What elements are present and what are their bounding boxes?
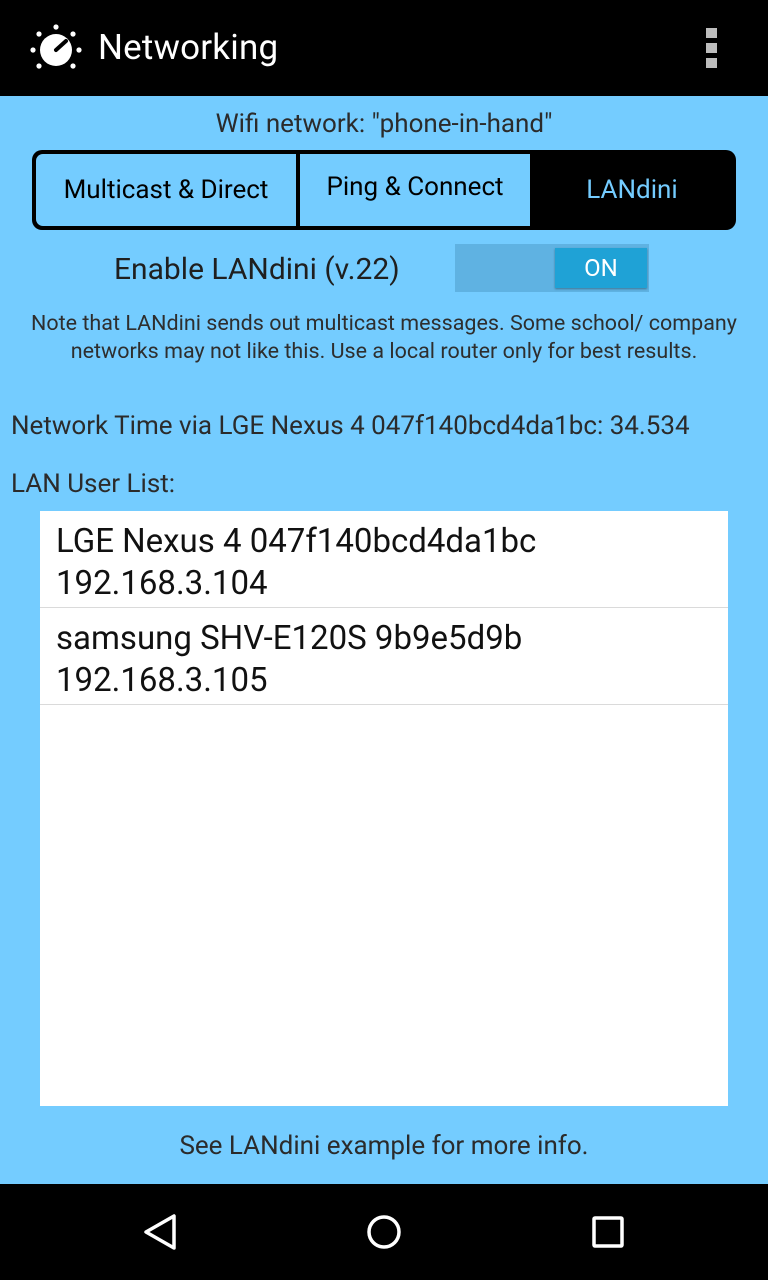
lan-user-list-label: LAN User List: (11, 469, 176, 499)
app-title: Networking (98, 27, 279, 68)
enable-landini-label: Enable LANdini (v.22) (114, 252, 400, 287)
user-device-name: samsung SHV-E120S 9b9e5d9b (56, 619, 523, 658)
tab-bar: Multicast & Direct Ping & Connect LANdin… (32, 150, 736, 230)
user-ip-address: 192.168.3.104 (56, 564, 268, 603)
tab-multicast-direct[interactable]: Multicast & Direct (36, 154, 296, 226)
back-triangle-icon[interactable] (136, 1208, 184, 1256)
recents-square-icon[interactable] (584, 1208, 632, 1256)
lan-user-list: LGE Nexus 4 047f140bcd4da1bc 192.168.3.1… (40, 511, 728, 1106)
more-vert-icon[interactable] (690, 18, 734, 78)
toggle-thumb: ON (555, 248, 647, 288)
home-circle-icon[interactable] (360, 1208, 408, 1256)
user-device-name: LGE Nexus 4 047f140bcd4da1bc (56, 522, 537, 561)
list-item[interactable]: LGE Nexus 4 047f140bcd4da1bc 192.168.3.1… (40, 511, 728, 608)
tab-landini[interactable]: LANdini (532, 154, 732, 226)
action-bar: Networking (0, 0, 768, 96)
network-time: Network Time via LGE Nexus 4 047f140bcd4… (11, 411, 690, 441)
multicast-note: Note that LANdini sends out multicast me… (31, 311, 737, 364)
enable-landini-toggle[interactable]: ON (455, 244, 649, 292)
tab-ping-connect[interactable]: Ping & Connect (300, 154, 530, 226)
timer-knob-icon (30, 24, 82, 69)
landini-info-footer: See LANdini example for more info. (179, 1131, 589, 1161)
wifi-network-label: Wifi network: "phone-in-hand" (215, 109, 553, 139)
list-item[interactable]: samsung SHV-E120S 9b9e5d9b 192.168.3.105 (40, 608, 728, 705)
system-nav-bar (0, 1184, 768, 1280)
user-ip-address: 192.168.3.105 (56, 661, 268, 700)
